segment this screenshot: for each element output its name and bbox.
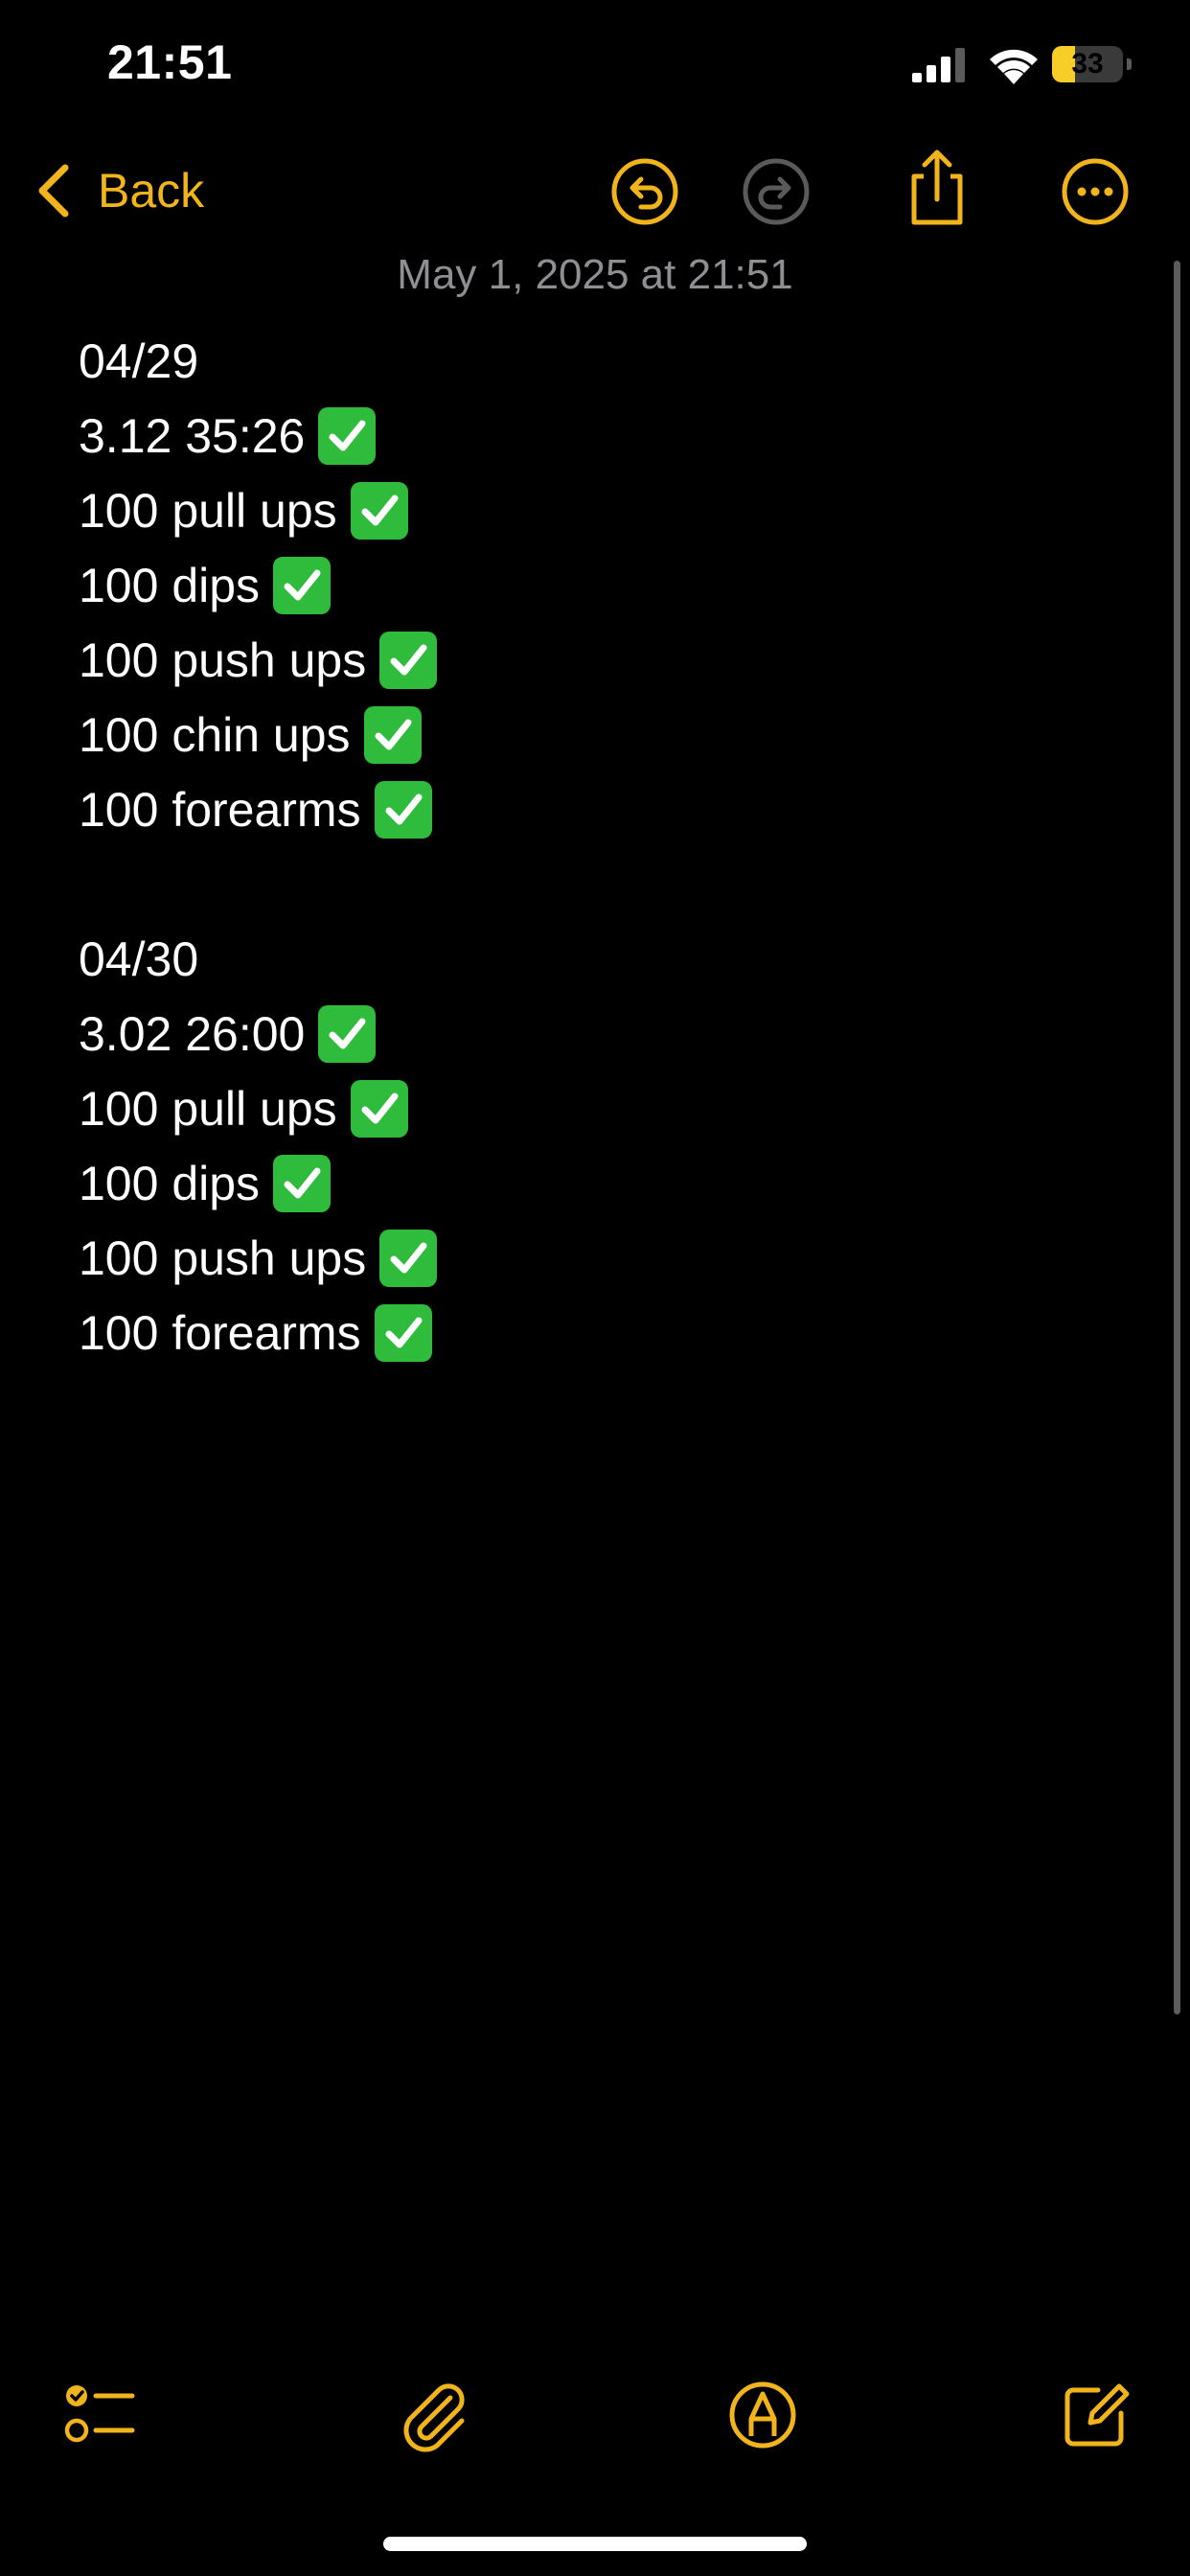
green-check-icon	[379, 631, 438, 689]
home-indicator[interactable]	[383, 2537, 807, 2551]
note-line-text: 100 forearms	[79, 783, 361, 837]
note-line-text: 3.12 35:26	[79, 409, 306, 463]
status-bar: 21:51 33	[0, 0, 1190, 125]
note-line[interactable]: 3.02 26:00	[79, 997, 1133, 1071]
battery-level: 33	[1071, 48, 1104, 80]
navigation-bar: Back	[0, 144, 1190, 240]
note-line-text: 04/29	[79, 334, 199, 388]
green-check-icon	[363, 705, 422, 764]
note-line-text: 100 push ups	[79, 633, 367, 687]
battery-indicator: 33	[1052, 46, 1133, 82]
note-line[interactable]: 3.12 35:26	[79, 399, 1133, 473]
cellular-signal-icon	[912, 48, 965, 82]
green-check-icon	[318, 1004, 377, 1063]
note-line-text: 3.02 26:00	[79, 1007, 306, 1061]
note-line-text: 100 pull ups	[79, 1082, 337, 1136]
note-line-text: 100 chin ups	[79, 708, 351, 762]
scroll-indicator[interactable]	[1174, 261, 1180, 2014]
note-line[interactable]: 100 forearms	[79, 772, 1133, 847]
note-line[interactable]: 100 pull ups	[79, 1071, 1133, 1146]
note-line[interactable]: 04/30	[79, 922, 1133, 997]
note-line[interactable]: 100 push ups	[79, 1221, 1133, 1296]
note-line-text: 100 pull ups	[79, 484, 337, 538]
wifi-icon	[990, 49, 1038, 84]
green-check-icon	[273, 556, 332, 614]
green-check-icon	[350, 481, 408, 540]
note-body[interactable]: 04/29 3.12 35:26 100 pull ups 100 dips 100 p…	[79, 324, 1133, 1370]
note-line[interactable]: 100 dips	[79, 548, 1133, 623]
compose-icon[interactable]	[1058, 2377, 1134, 2453]
note-line-text: 100 dips	[79, 1157, 261, 1210]
note-line[interactable]: 100 dips	[79, 1146, 1133, 1221]
markup-pen-icon[interactable]	[724, 2377, 801, 2453]
note-line-text: 04/30	[79, 932, 199, 986]
note-line-text: 100 dips	[79, 559, 261, 612]
green-check-icon	[350, 1079, 408, 1138]
chevron-left-icon	[38, 164, 69, 218]
battery-cap	[1127, 58, 1132, 70]
checklist-icon[interactable]	[61, 2377, 138, 2453]
green-check-icon	[379, 1229, 438, 1287]
note-line[interactable]: 100 chin ups	[79, 698, 1133, 772]
status-time: 21:51	[107, 35, 233, 89]
green-check-icon	[374, 1303, 432, 1362]
paperclip-icon[interactable]	[395, 2377, 471, 2453]
undo-icon[interactable]	[608, 155, 681, 228]
note-line-text: 100 push ups	[79, 1231, 367, 1285]
note-line-text: 100 forearms	[79, 1306, 361, 1360]
back-button[interactable]: Back	[34, 157, 204, 224]
green-check-icon	[318, 406, 377, 465]
note-line[interactable]: 100 push ups	[79, 623, 1133, 698]
redo-icon[interactable]	[740, 155, 812, 228]
note-line[interactable]: 04/29	[79, 324, 1133, 399]
note-line[interactable]: 100 pull ups	[79, 473, 1133, 548]
bottom-toolbar	[0, 2367, 1190, 2463]
more-icon[interactable]	[1059, 155, 1132, 228]
share-icon[interactable]	[901, 148, 973, 228]
note-date: May 1, 2025 at 21:51	[397, 251, 793, 298]
note-line[interactable]	[79, 847, 1133, 922]
battery-body: 33	[1052, 46, 1123, 82]
green-check-icon	[374, 780, 432, 839]
back-label: Back	[98, 164, 205, 218]
green-check-icon	[273, 1154, 332, 1212]
note-line[interactable]: 100 forearms	[79, 1296, 1133, 1370]
